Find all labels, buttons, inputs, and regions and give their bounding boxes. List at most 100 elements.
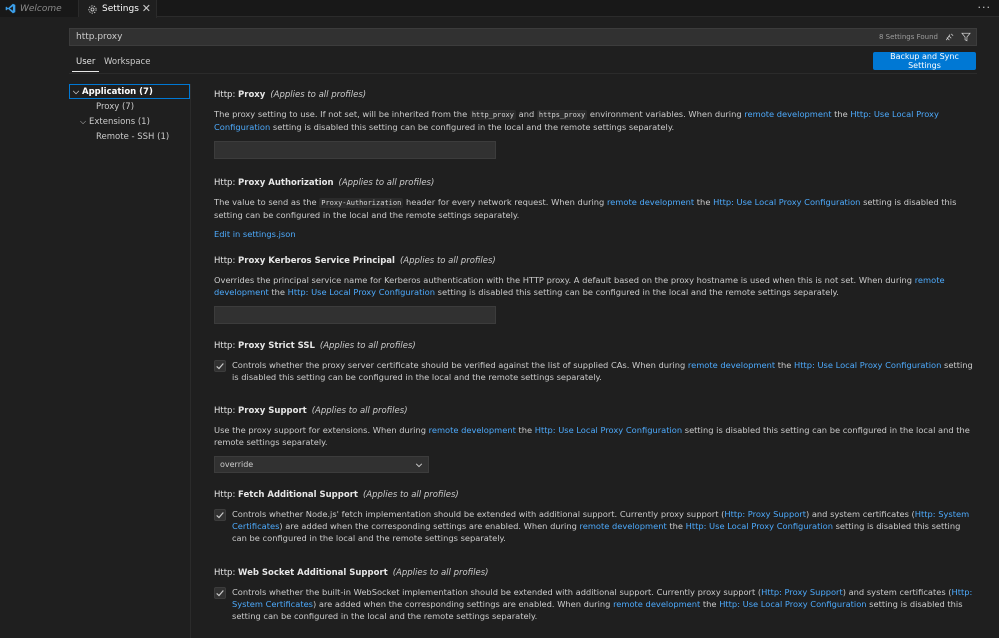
edit-in-settings-json-link[interactable]: Edit in settings.json xyxy=(214,229,296,239)
applies-note: (Applies to all profiles) xyxy=(399,256,496,266)
inline-code: https_proxy xyxy=(536,110,588,120)
setting-description: The value to send as the Proxy-Authoriza… xyxy=(214,196,974,221)
setting-description: Use the proxy support for extensions. Wh… xyxy=(214,424,974,448)
toc-item-application[interactable]: ⌵ Application (7) xyxy=(69,84,190,99)
settings-found-count: 8 Settings Found xyxy=(879,33,938,41)
remote-development-link[interactable]: remote development xyxy=(613,599,700,609)
tab-settings[interactable]: Settings ✕ xyxy=(79,0,157,18)
use-local-proxy-link[interactable]: Http: Use Local Proxy Configuration xyxy=(686,521,833,531)
proxy-support-link[interactable]: Http: Proxy Support xyxy=(761,587,843,597)
desc-text: setting is disabled this setting can be … xyxy=(270,122,675,132)
use-local-proxy-link[interactable]: Http: Use Local Proxy Configuration xyxy=(794,360,941,370)
scope-tab-workspace[interactable]: Workspace xyxy=(104,57,150,73)
setting-description: The proxy setting to use. If not set, wi… xyxy=(214,108,974,133)
remote-development-link[interactable]: remote development xyxy=(607,197,694,207)
setting-description: Controls whether the proxy server certif… xyxy=(232,359,974,383)
setting-http-fetch-additional-support: Http: Fetch Additional Support (Applies t… xyxy=(214,490,974,544)
desc-text: the xyxy=(515,425,535,435)
remote-development-link[interactable]: remote development xyxy=(744,109,831,119)
fetch-support-checkbox[interactable] xyxy=(214,509,226,521)
desc-text: ) are added when the corresponding setti… xyxy=(313,599,614,609)
proxy-input[interactable] xyxy=(214,141,496,159)
settings-search-box: 8 Settings Found xyxy=(69,28,977,46)
use-local-proxy-link[interactable]: Http: Use Local Proxy Configuration xyxy=(288,287,435,297)
applies-note: (Applies to all profiles) xyxy=(362,490,459,500)
toc-item-label: Application (7) xyxy=(82,86,153,97)
kerberos-input[interactable] xyxy=(214,306,496,324)
desc-text: header for every network request. When d… xyxy=(403,197,607,207)
setting-key: Proxy Kerberos Service Principal xyxy=(238,256,395,266)
use-local-proxy-link[interactable]: Http: Use Local Proxy Configuration xyxy=(535,425,682,435)
setting-description: Controls whether Node.js' fetch implemen… xyxy=(232,508,974,544)
setting-category: Http: xyxy=(214,341,239,351)
toc-item-label: Extensions (1) xyxy=(89,116,150,127)
desc-text: ) are added when the corresponding setti… xyxy=(279,521,580,531)
desc-text: the xyxy=(694,197,714,207)
inline-code: http_proxy xyxy=(469,110,516,120)
checkmark-icon xyxy=(216,512,224,519)
applies-note: (Applies to all profiles) xyxy=(338,178,435,188)
vscode-logo-icon xyxy=(5,3,16,14)
remote-development-link[interactable]: remote development xyxy=(429,425,516,435)
desc-text: The value to send as the xyxy=(214,197,320,207)
setting-title: Http: Proxy Strict SSL (Applies to all pr… xyxy=(214,341,974,353)
chevron-down-icon: ⌵ xyxy=(79,116,87,126)
desc-text: the xyxy=(831,109,851,119)
check-row: Controls whether the proxy server certif… xyxy=(214,359,974,383)
checkmark-icon xyxy=(216,363,224,370)
strict-ssl-checkbox[interactable] xyxy=(214,360,226,372)
remote-development-link[interactable]: remote development xyxy=(688,360,775,370)
tab-settings-label: Settings xyxy=(102,4,139,14)
setting-key: Proxy Authorization xyxy=(238,178,334,188)
toc-item-extensions[interactable]: ⌵ Extensions (1) xyxy=(69,114,190,129)
use-local-proxy-link[interactable]: Http: Use Local Proxy Configuration xyxy=(719,599,866,609)
desc-text: Overrides the principal service name for… xyxy=(214,275,915,285)
setting-http-websocket-additional-support: Http: Web Socket Additional Support (Appl… xyxy=(214,568,974,622)
check-row: Controls whether Node.js' fetch implemen… xyxy=(214,508,974,544)
tab-welcome-label: Welcome xyxy=(20,3,62,14)
filter-icon[interactable] xyxy=(960,31,972,43)
setting-category: Http: xyxy=(214,256,239,266)
applies-note: (Applies to all profiles) xyxy=(392,568,489,578)
applies-note: (Applies to all profiles) xyxy=(311,406,408,416)
settings-gear-icon xyxy=(87,4,98,15)
setting-category: Http: xyxy=(214,406,239,416)
setting-title: Http: Fetch Additional Support (Applies t… xyxy=(214,490,974,502)
close-icon[interactable]: ✕ xyxy=(142,2,151,15)
desc-text: ) and system certificates ( xyxy=(842,587,952,597)
applies-note: (Applies to all profiles) xyxy=(270,90,367,100)
setting-category: Http: xyxy=(214,490,239,500)
select-value: override xyxy=(220,460,254,469)
tab-welcome[interactable]: Welcome xyxy=(0,0,79,17)
desc-text: ) and system certificates ( xyxy=(805,509,915,519)
more-actions-icon[interactable]: ··· xyxy=(978,1,992,14)
desc-text: the xyxy=(700,599,720,609)
toc-item-remote-ssh[interactable]: Remote - SSH (1) xyxy=(69,129,190,144)
setting-http-proxy-kerberos: Http: Proxy Kerberos Service Principal (A… xyxy=(214,256,974,324)
tab-bar: Welcome Settings ✕ ··· xyxy=(0,0,999,18)
proxy-support-select[interactable]: override xyxy=(214,456,429,473)
checkmark-icon xyxy=(216,590,224,597)
setting-http-proxy-support: Http: Proxy Support (Applies to all profi… xyxy=(214,406,974,473)
proxy-support-link[interactable]: Http: Proxy Support xyxy=(724,509,806,519)
setting-key: Fetch Additional Support xyxy=(238,490,358,500)
settings-search-input[interactable] xyxy=(70,29,879,45)
use-local-proxy-link[interactable]: Http: Use Local Proxy Configuration xyxy=(713,197,860,207)
setting-key: Proxy xyxy=(238,90,266,100)
desc-text: The proxy setting to use. If not set, wi… xyxy=(214,109,470,119)
desc-text: environment variables. When during xyxy=(587,109,745,119)
websocket-support-checkbox[interactable] xyxy=(214,587,226,599)
scope-divider xyxy=(69,73,977,74)
setting-description: Overrides the principal service name for… xyxy=(214,274,974,298)
toc-item-proxy[interactable]: Proxy (7) xyxy=(69,99,190,114)
toc-divider xyxy=(190,84,191,638)
setting-category: Http: xyxy=(214,90,239,100)
desc-text: the xyxy=(775,360,795,370)
clear-filter-icon[interactable] xyxy=(944,31,956,43)
scope-tab-user-underline xyxy=(72,71,99,72)
remote-development-link[interactable]: remote development xyxy=(579,521,666,531)
check-row: Controls whether the built-in WebSocket … xyxy=(214,586,974,622)
setting-http-proxy-authorization: Http: Proxy Authorization (Applies to all… xyxy=(214,178,974,241)
backup-and-sync-button[interactable]: Backup and Sync Settings xyxy=(873,52,976,70)
desc-text: setting is disabled this setting can be … xyxy=(435,287,839,297)
